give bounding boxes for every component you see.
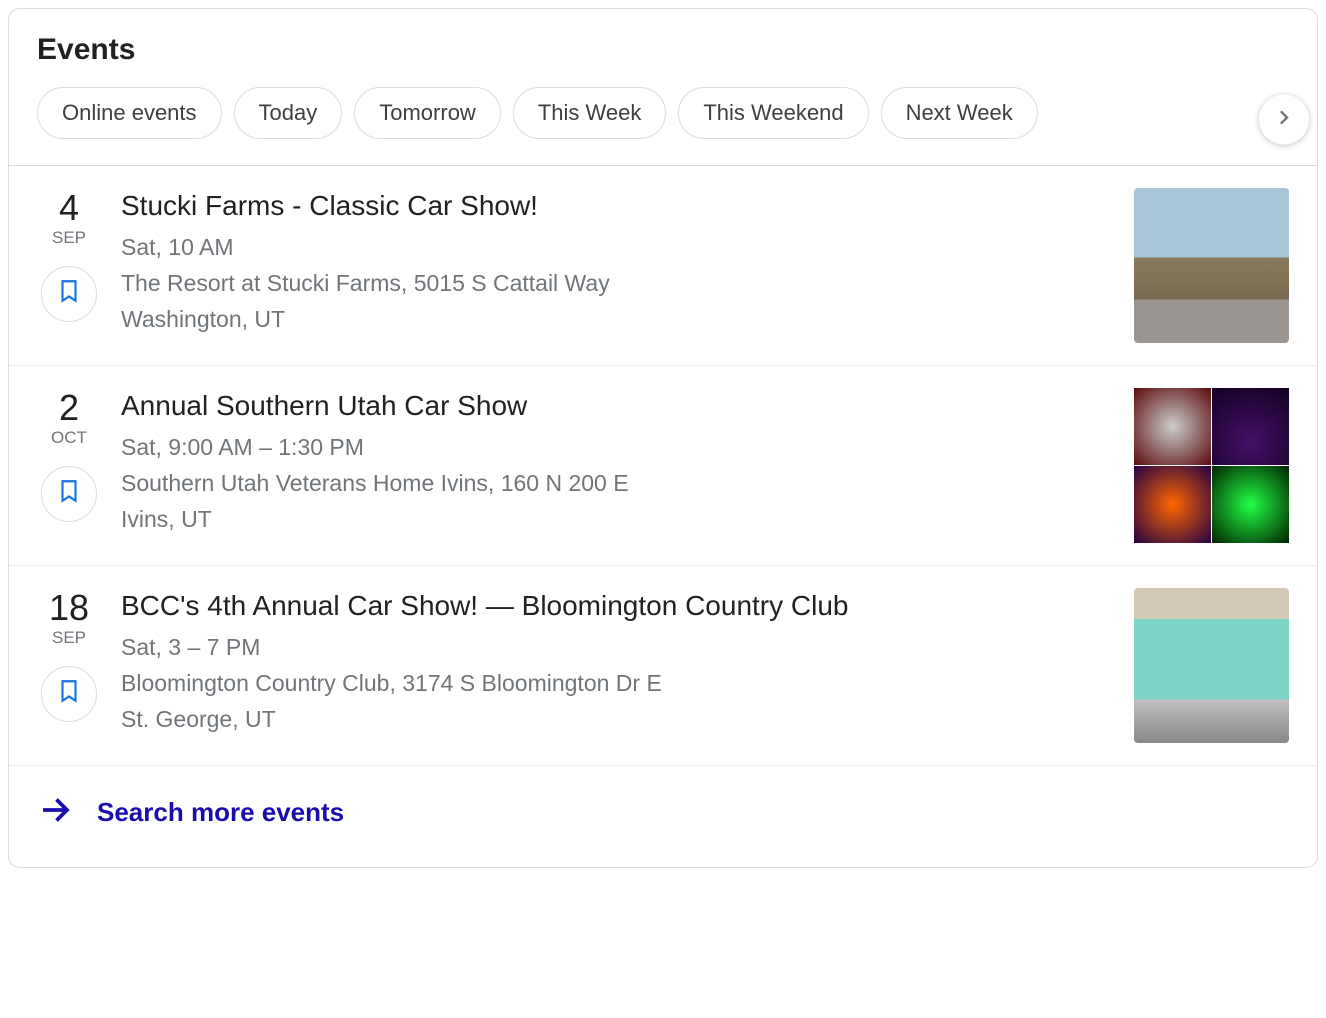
search-more-link[interactable]: Search more events <box>9 766 1317 867</box>
event-day: 18 <box>49 588 89 628</box>
event-title: Stucki Farms - Classic Car Show! <box>121 188 1114 224</box>
bookmark-button[interactable] <box>41 266 97 322</box>
event-time: Sat, 10 AM <box>121 230 1114 266</box>
events-header: Events <box>9 9 1317 67</box>
event-item[interactable]: 4 SEP Stucki Farms - Classic Car Show! S… <box>9 166 1317 366</box>
filter-chip-next-week[interactable]: Next Week <box>881 87 1038 139</box>
event-day: 4 <box>59 188 79 228</box>
event-address: The Resort at Stucki Farms, 5015 S Catta… <box>121 266 1114 302</box>
bookmark-button[interactable] <box>41 666 97 722</box>
event-content: Annual Southern Utah Car Show Sat, 9:00 … <box>121 388 1114 537</box>
filter-scroll-right-button[interactable] <box>1259 95 1309 145</box>
event-thumbnail <box>1134 588 1289 743</box>
event-month: SEP <box>52 628 86 648</box>
bookmark-button[interactable] <box>41 466 97 522</box>
event-city: Washington, UT <box>121 302 1114 338</box>
filter-chip-today[interactable]: Today <box>234 87 343 139</box>
search-more-label: Search more events <box>97 797 344 828</box>
event-title: BCC's 4th Annual Car Show! — Bloomington… <box>121 588 1114 624</box>
filter-chip-this-weekend[interactable]: This Weekend <box>678 87 868 139</box>
filter-chip-this-week[interactable]: This Week <box>513 87 667 139</box>
event-city: Ivins, UT <box>121 502 1114 538</box>
event-address: Bloomington Country Club, 3174 S Bloomin… <box>121 666 1114 702</box>
event-title: Annual Southern Utah Car Show <box>121 388 1114 424</box>
event-item[interactable]: 18 SEP BCC's 4th Annual Car Show! — Bloo… <box>9 566 1317 766</box>
bookmark-icon <box>56 478 82 509</box>
event-day: 2 <box>59 388 79 428</box>
event-address: Southern Utah Veterans Home Ivins, 160 N… <box>121 466 1114 502</box>
bookmark-icon <box>56 678 82 709</box>
event-time: Sat, 3 – 7 PM <box>121 630 1114 666</box>
event-city: St. George, UT <box>121 702 1114 738</box>
event-thumbnail <box>1134 388 1289 543</box>
event-item[interactable]: 2 OCT Annual Southern Utah Car Show Sat,… <box>9 366 1317 566</box>
filter-row: Online events Today Tomorrow This Week T… <box>9 87 1317 166</box>
bookmark-icon <box>56 278 82 309</box>
filter-chip-tomorrow[interactable]: Tomorrow <box>354 87 501 139</box>
event-date-column: 18 SEP <box>37 588 101 722</box>
chevron-right-icon <box>1270 103 1298 136</box>
event-month: OCT <box>51 428 87 448</box>
event-date-column: 2 OCT <box>37 388 101 522</box>
filter-chip-online-events[interactable]: Online events <box>37 87 222 139</box>
event-content: BCC's 4th Annual Car Show! — Bloomington… <box>121 588 1114 737</box>
event-time: Sat, 9:00 AM – 1:30 PM <box>121 430 1114 466</box>
event-month: SEP <box>52 228 86 248</box>
event-date-column: 4 SEP <box>37 188 101 322</box>
events-card: Events Online events Today Tomorrow This… <box>8 8 1318 868</box>
event-content: Stucki Farms - Classic Car Show! Sat, 10… <box>121 188 1114 337</box>
arrow-right-icon <box>37 792 73 833</box>
event-thumbnail <box>1134 188 1289 343</box>
events-title: Events <box>37 33 1289 67</box>
